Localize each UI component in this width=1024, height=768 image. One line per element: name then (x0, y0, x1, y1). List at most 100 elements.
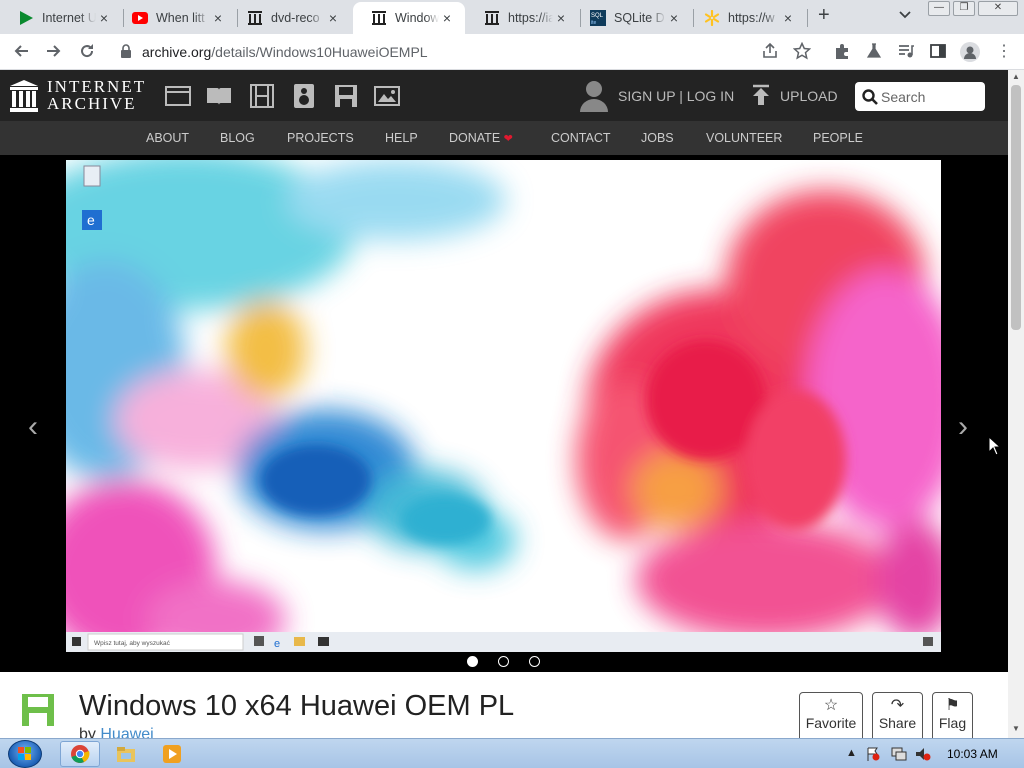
lock-icon[interactable] (120, 44, 132, 63)
carousel-next-button[interactable]: › (958, 410, 968, 444)
item-preview-image[interactable]: e Wpisz tutaj, aby wyszukać e (66, 160, 941, 652)
texts-icon[interactable] (206, 84, 232, 108)
share-icon[interactable] (761, 42, 779, 60)
creator-link[interactable]: Huawei (100, 726, 153, 738)
minimize-button[interactable]: — (928, 1, 950, 16)
walmart-icon (704, 10, 720, 26)
tab-title: When litt (156, 11, 205, 25)
software-item-icon (22, 694, 54, 731)
flag-button[interactable]: ⚑ Flag (932, 692, 973, 738)
close-tab-icon[interactable]: × (553, 10, 569, 26)
video-icon[interactable] (249, 84, 275, 108)
audio-icon[interactable] (291, 84, 317, 108)
screen: Internet U × When litt × dvd-reco × Wind… (0, 0, 1024, 768)
nav-projects[interactable]: PROJECTS (287, 131, 354, 145)
close-window-button[interactable]: ✕ (978, 1, 1018, 16)
taskbar-clock[interactable]: 10:03 AM (947, 747, 998, 761)
tab-7[interactable]: https://w × (686, 2, 806, 34)
tab-2[interactable]: When litt × (114, 2, 236, 34)
tab-3[interactable]: dvd-reco × (229, 2, 351, 34)
flag-label: Flag (938, 715, 967, 731)
favorite-button[interactable]: ☆ Favorite (799, 692, 863, 738)
taskbar-explorer[interactable] (106, 741, 146, 767)
nav-about[interactable]: ABOUT (146, 131, 189, 145)
sqlite-icon: SQL ite (590, 10, 606, 26)
upload-icon[interactable] (751, 84, 771, 111)
play-icon (18, 10, 34, 26)
ink-wallpaper-image: e Wpisz tutaj, aby wyszukać e (66, 160, 941, 652)
tab-1[interactable]: Internet U × (0, 2, 122, 34)
by-prefix: by (79, 726, 96, 738)
labs-flask-icon[interactable] (865, 42, 883, 60)
nav-help[interactable]: HELP (385, 131, 418, 145)
software-icon[interactable] (333, 84, 359, 108)
archive-icon (371, 10, 387, 26)
address-bar[interactable]: archive.org/details/Windows10HuaweiOEMPL (142, 44, 428, 60)
tab-6[interactable]: SQL ite SQLite D × (572, 2, 692, 34)
archive-logo-icon[interactable] (10, 80, 38, 112)
side-panel-icon[interactable] (929, 42, 947, 60)
signup-login-link[interactable]: SIGN UP | LOG IN (618, 88, 734, 104)
win10-search-text: Wpisz tutaj, aby wyszukać (94, 640, 171, 647)
nav-blog[interactable]: BLOG (220, 131, 255, 145)
tray-network-icon[interactable] (891, 747, 907, 764)
scroll-down-arrow-icon[interactable]: ▼ (1012, 724, 1020, 733)
tray-flag-icon[interactable] (866, 747, 880, 764)
star-icon: ☆ (823, 697, 839, 714)
tab-4-active[interactable]: Windows × (353, 2, 465, 34)
archive-icon (247, 10, 263, 26)
tab-separator (807, 9, 808, 27)
taskbar-chrome[interactable] (60, 741, 100, 767)
archive-icon (484, 10, 500, 26)
restore-button[interactable]: ❐ (953, 1, 975, 16)
nav-contact[interactable]: CONTACT (551, 131, 611, 145)
share-button[interactable]: ↷ Share (872, 692, 923, 738)
close-tab-icon[interactable]: × (666, 10, 682, 26)
chrome-icon (71, 745, 90, 763)
forward-button[interactable] (46, 43, 62, 64)
reload-button[interactable] (79, 43, 95, 64)
carousel-dot-1[interactable] (467, 656, 478, 667)
scrollbar-thumb[interactable] (1011, 85, 1021, 330)
close-tab-icon[interactable]: × (325, 10, 341, 26)
close-tab-icon[interactable]: × (439, 10, 455, 26)
item-title: Windows 10 x64 Huawei OEM PL (79, 690, 515, 722)
tab-search-button[interactable] (898, 7, 912, 24)
user-avatar-icon[interactable] (580, 80, 608, 117)
tray-expand-icon[interactable]: ▲ (846, 747, 857, 759)
carousel-dot-3[interactable] (529, 656, 540, 667)
carousel-dot-2[interactable] (498, 656, 509, 667)
tab-title: dvd-reco (271, 11, 320, 25)
nav-people[interactable]: PEOPLE (813, 131, 863, 145)
tab-title: https://w (728, 11, 775, 25)
archive-wordmark[interactable]: INTERNET ARCHIVE (47, 78, 146, 112)
share-arrow-icon: ↷ (890, 697, 905, 714)
images-icon[interactable] (374, 84, 400, 108)
new-tab-button[interactable]: + (818, 4, 830, 27)
web-icon[interactable] (165, 84, 191, 108)
mouse-cursor-icon (988, 435, 1002, 461)
profile-avatar-icon[interactable] (960, 42, 980, 62)
back-button[interactable] (13, 43, 29, 64)
page-scrollbar[interactable]: ▲ ▼ (1008, 70, 1024, 738)
bookmark-star-icon[interactable] (792, 41, 812, 60)
nav-jobs[interactable]: JOBS (641, 131, 674, 145)
upload-link[interactable]: UPLOAD (780, 88, 838, 104)
media-control-icon[interactable] (897, 42, 915, 60)
close-tab-icon[interactable]: × (96, 10, 112, 26)
chrome-menu-icon[interactable]: ⋮ (996, 41, 1014, 60)
nav-donate[interactable]: DONATE ❤ (449, 131, 513, 145)
carousel-prev-button[interactable]: ‹ (28, 410, 38, 444)
scroll-up-arrow-icon[interactable]: ▲ (1012, 72, 1020, 81)
taskbar-media-player[interactable] (152, 741, 192, 767)
close-tab-icon[interactable]: × (210, 10, 226, 26)
tab-5[interactable]: https://ia × (466, 2, 579, 34)
svg-text:ite: ite (591, 20, 597, 26)
start-button[interactable] (8, 740, 42, 768)
nav-volunteer[interactable]: VOLUNTEER (706, 131, 782, 145)
extensions-icon[interactable] (833, 42, 851, 60)
tray-volume-icon[interactable] (915, 747, 931, 764)
item-byline: by Huawei (79, 726, 154, 738)
close-tab-icon[interactable]: × (780, 10, 796, 26)
windows-logo-icon (18, 747, 31, 760)
